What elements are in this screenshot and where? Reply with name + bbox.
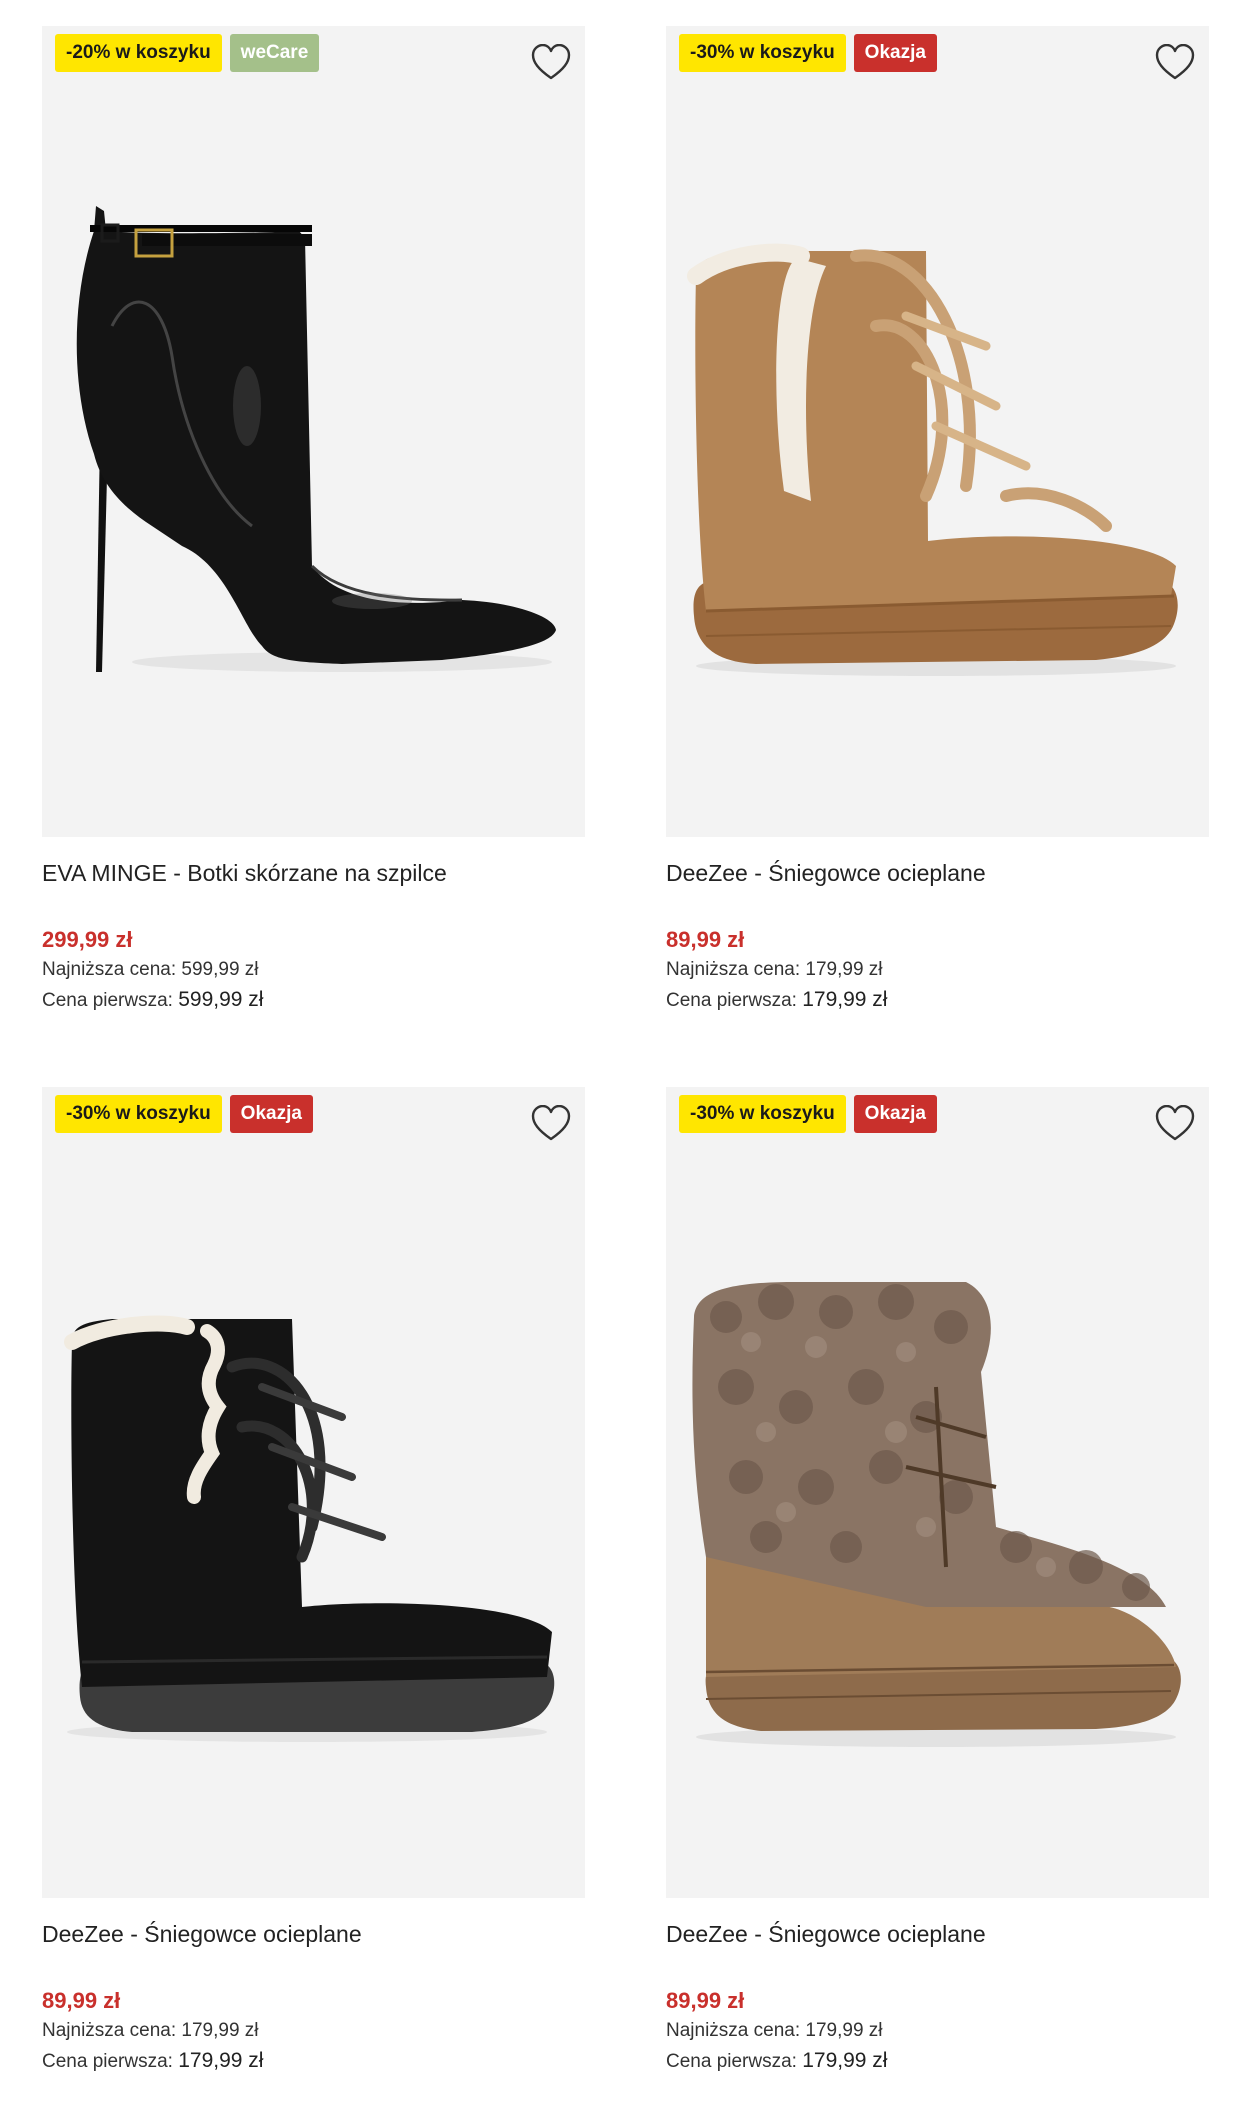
first-price-label: Cena pierwsza:	[666, 2051, 797, 2072]
lowest-price-row: Najniższa cena: 179,99 zł	[666, 2016, 1209, 2046]
first-price-value: 179,99 zł	[802, 988, 888, 1011]
wecare-badge: weCare	[229, 34, 320, 72]
badges: -30% w koszyku Okazja	[679, 1095, 937, 1133]
badges: -30% w koszyku Okazja	[679, 34, 937, 72]
product-image[interactable]: -30% w koszyku Okazja	[666, 1087, 1209, 1898]
lowest-price-label: Najniższa cena:	[42, 2020, 177, 2041]
promo-badge: -30% w koszyku	[679, 34, 846, 72]
first-price-value: 599,99 zł	[178, 988, 264, 1011]
heart-outline-icon[interactable]	[531, 44, 571, 82]
first-price-label: Cena pierwsza:	[666, 990, 797, 1011]
lowest-price-value: 599,99 zł	[181, 959, 259, 980]
first-price-row: Cena pierwsza: 599,99 zł	[42, 985, 585, 1016]
lowest-price-label: Najniższa cena:	[42, 959, 177, 980]
heart-outline-icon[interactable]	[1155, 44, 1195, 82]
promo-badge: -30% w koszyku	[55, 1095, 222, 1133]
brown-fur-snow-boot-image	[692, 1282, 1181, 1747]
lowest-price-row: Najniższa cena: 599,99 zł	[42, 955, 585, 985]
sale-price: 299,99 zł	[42, 927, 133, 952]
first-price-row: Cena pierwsza: 179,99 zł	[42, 2046, 585, 2077]
product-title[interactable]: EVA MINGE - Botki skórzane na szpilce	[42, 857, 585, 889]
product-title[interactable]: DeeZee - Śniegowce ocieplane	[666, 857, 1209, 889]
heart-outline-icon[interactable]	[531, 1105, 571, 1143]
promo-badge: -20% w koszyku	[55, 34, 222, 72]
camel-snow-boot-image	[687, 243, 1178, 676]
lowest-price-value: 179,99 zł	[181, 2020, 259, 2041]
product-image[interactable]: -20% w koszyku weCare	[42, 26, 585, 837]
promo-badge: -30% w koszyku	[679, 1095, 846, 1133]
badges: -30% w koszyku Okazja	[55, 1095, 313, 1133]
okazja-badge: Okazja	[229, 1095, 313, 1133]
sale-price: 89,99 zł	[666, 927, 745, 952]
product-card[interactable]: -20% w koszyku weCare EVA MINGE - Botki …	[42, 26, 585, 1016]
lowest-price-value: 179,99 zł	[805, 959, 883, 980]
first-price-label: Cena pierwsza:	[42, 990, 173, 1011]
okazja-badge: Okazja	[853, 34, 937, 72]
product-title[interactable]: DeeZee - Śniegowce ocieplane	[666, 1918, 1209, 1950]
product-image[interactable]: -30% w koszyku Okazja	[666, 26, 1209, 837]
okazja-badge: Okazja	[853, 1095, 937, 1133]
sale-price: 89,99 zł	[42, 1988, 121, 2013]
lowest-price-value: 179,99 zł	[805, 2020, 883, 2041]
first-price-value: 179,99 zł	[178, 2049, 264, 2072]
lowest-price-label: Najniższa cena:	[666, 959, 801, 980]
lowest-price-row: Najniższa cena: 179,99 zł	[42, 2016, 585, 2046]
heart-outline-icon[interactable]	[1155, 1105, 1195, 1143]
lowest-price-row: Najniższa cena: 179,99 zł	[666, 955, 1209, 985]
black-stiletto-boot-image	[76, 206, 556, 672]
product-card[interactable]: -30% w koszyku Okazja DeeZee - Śniegowce…	[666, 1087, 1209, 2077]
sale-price: 89,99 zł	[666, 1988, 745, 2013]
product-card[interactable]: -30% w koszyku Okazja DeeZee - Śniegowce…	[42, 1087, 585, 2077]
product-grid: -20% w koszyku weCare EVA MINGE - Botki …	[0, 0, 1250, 2123]
product-image[interactable]: -30% w koszyku Okazja	[42, 1087, 585, 1898]
badges: -20% w koszyku weCare	[55, 34, 320, 72]
product-title[interactable]: DeeZee - Śniegowce ocieplane	[42, 1918, 585, 1950]
product-card[interactable]: -30% w koszyku Okazja DeeZee - Śniegowce…	[666, 26, 1209, 1016]
black-snow-boot-image	[64, 1315, 555, 1742]
first-price-label: Cena pierwsza:	[42, 2051, 173, 2072]
first-price-row: Cena pierwsza: 179,99 zł	[666, 985, 1209, 1016]
first-price-row: Cena pierwsza: 179,99 zł	[666, 2046, 1209, 2077]
lowest-price-label: Najniższa cena:	[666, 2020, 801, 2041]
first-price-value: 179,99 zł	[802, 2049, 888, 2072]
